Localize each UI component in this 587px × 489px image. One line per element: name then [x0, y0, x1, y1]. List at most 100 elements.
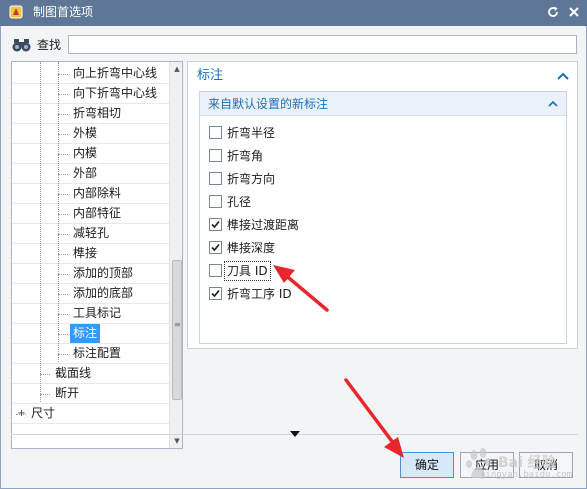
tree-item[interactable]: 断开	[12, 384, 169, 404]
tree-connector	[58, 174, 68, 175]
tree-item[interactable]: 内部特征	[12, 204, 169, 224]
tree-connector	[58, 214, 68, 215]
tree-guide-line	[40, 62, 41, 402]
tree-item[interactable]: 折弯相切	[12, 104, 169, 124]
checkbox[interactable]	[209, 126, 222, 139]
tree-item[interactable]: 截面线	[12, 364, 169, 384]
checkbox[interactable]	[209, 172, 222, 185]
search-label: 查找	[37, 38, 62, 52]
tree-item[interactable]: 向上折弯中心线	[12, 64, 169, 84]
watermark-sub: jingyan.baidu.com	[480, 470, 573, 480]
tree-item-label: 外模	[73, 126, 98, 140]
checkbox-label: 折弯方向	[227, 172, 276, 186]
option-row[interactable]: 榫接过渡距离	[209, 216, 409, 234]
expand-plus-icon[interactable]: +	[17, 409, 26, 419]
tree-item[interactable]: 添加的顶部	[12, 264, 169, 284]
checkbox-label: 孔径	[227, 195, 252, 209]
option-row[interactable]: 折弯方向	[209, 170, 409, 188]
tree-connector	[58, 74, 68, 75]
scroll-up-arrow-icon[interactable]: ▲	[170, 62, 182, 76]
checkbox[interactable]	[209, 241, 222, 254]
tree-item[interactable]: 工具标记	[12, 304, 169, 324]
checkbox-label: 折弯角	[227, 149, 264, 163]
tree-connector	[58, 354, 68, 355]
tree-item[interactable]: 外部	[12, 164, 169, 184]
ok-button[interactable]: 确定	[400, 452, 454, 478]
tree-item-label: 添加的底部	[73, 286, 134, 300]
checkbox[interactable]	[209, 287, 222, 300]
tree-item[interactable]: 内模	[12, 144, 169, 164]
tree-item-label: 向上折弯中心线	[73, 66, 158, 80]
checkbox[interactable]	[209, 149, 222, 162]
tree-item[interactable]: 标注	[12, 324, 169, 344]
tree-item-label: 向下折弯中心线	[73, 86, 158, 100]
tree-item-label: 标注配置	[73, 346, 122, 360]
checkbox-label: 刀具 ID	[224, 261, 271, 281]
annotation-panel: 标注 来自默认设置的新标注 折弯半径折弯角折弯方向孔径榫接过渡距离榫接深度刀具 …	[187, 61, 578, 349]
option-row[interactable]: 折弯角	[209, 147, 409, 165]
expand-more-icon[interactable]	[289, 430, 301, 438]
checkbox[interactable]	[209, 218, 222, 231]
chevron-up-icon[interactable]	[556, 71, 570, 81]
checkbox-label: 榫接深度	[227, 241, 276, 255]
checkbox-label: 折弯工序 ID	[227, 287, 292, 301]
tree-item-label: 内部特征	[73, 206, 122, 220]
tree-connector	[40, 374, 50, 375]
tree-item-label: 截面线	[55, 366, 92, 380]
tree-connector	[58, 114, 68, 115]
tree-item-label: 工具标记	[73, 306, 122, 320]
tree-item[interactable]: 减轻孔	[12, 224, 169, 244]
tree-item[interactable]: 外模	[12, 124, 169, 144]
tree-item-label: 内部除料	[73, 186, 122, 200]
checkbox-label: 折弯半径	[227, 126, 276, 140]
tree-item[interactable]: 榫接	[12, 244, 169, 264]
tree-item-label: 添加的顶部	[73, 266, 134, 280]
tree-item-label: 标注	[70, 324, 101, 343]
chevron-up-icon[interactable]	[547, 99, 559, 108]
tree-connector	[58, 94, 68, 95]
tree-item[interactable]: + 尺寸	[12, 404, 169, 424]
tree-connector	[58, 334, 68, 335]
scroll-thumb[interactable]: ≡	[172, 260, 182, 400]
tree-guide-line	[58, 62, 59, 362]
tree-scrollbar[interactable]: ▲ ≡ ▼	[169, 62, 182, 448]
tree-connector	[58, 194, 68, 195]
option-row[interactable]: 榫接深度	[209, 239, 409, 257]
tree-item[interactable]: 添加的底部	[12, 284, 169, 304]
checkbox[interactable]	[209, 195, 222, 208]
group-title: 来自默认设置的新标注	[208, 97, 329, 111]
option-row[interactable]: 刀具 ID	[209, 261, 409, 281]
tree-connector	[58, 134, 68, 135]
tree-item-label: 榫接	[73, 246, 98, 260]
option-row[interactable]: 孔径	[209, 193, 409, 211]
tree-item[interactable]: 内部除料	[12, 184, 169, 204]
scroll-down-arrow-icon[interactable]: ▼	[170, 434, 182, 448]
checkmark-icon	[211, 220, 220, 229]
tree-item-label: 尺寸	[31, 406, 56, 420]
tree-connector	[58, 294, 68, 295]
option-row[interactable]: 折弯工序 ID	[209, 285, 409, 303]
tree-item[interactable]: 向下折弯中心线	[12, 84, 169, 104]
checkbox[interactable]	[209, 264, 222, 277]
group-header[interactable]: 来自默认设置的新标注	[200, 92, 566, 116]
panel-header[interactable]: 标注	[188, 62, 577, 88]
new-annotation-group: 来自默认设置的新标注 折弯半径折弯角折弯方向孔径榫接过渡距离榫接深度刀具 ID 折…	[199, 91, 567, 344]
panel-title: 标注	[197, 68, 224, 83]
title-bar: 制图首选项	[0, 0, 587, 26]
tree-item-label: 内模	[73, 146, 98, 160]
window-title: 制图首选项	[33, 5, 94, 19]
option-row[interactable]: 折弯半径	[209, 124, 409, 142]
reset-icon[interactable]	[545, 4, 561, 20]
search-input[interactable]	[68, 35, 577, 54]
binoculars-icon	[12, 39, 31, 52]
tree-connector	[58, 234, 68, 235]
grip-icon: ≡	[174, 320, 181, 329]
tree-connector	[58, 274, 68, 275]
dialog-body: 查找 向上折弯中心线 向下折弯中心线 折弯相切 外模 内模 外部 内部除料 内部特征 减轻孔 榫接…	[0, 26, 587, 489]
tree-item[interactable]: 标注配置	[12, 344, 169, 364]
tree-item-label: 外部	[73, 166, 98, 180]
close-icon[interactable]	[566, 4, 582, 20]
preferences-tree[interactable]: 向上折弯中心线 向下折弯中心线折弯相切外模内模外部内部除料内部特征减轻孔榫接添加的…	[11, 61, 183, 449]
tree-item-label: 减轻孔	[73, 226, 110, 240]
tree-connector	[58, 314, 68, 315]
